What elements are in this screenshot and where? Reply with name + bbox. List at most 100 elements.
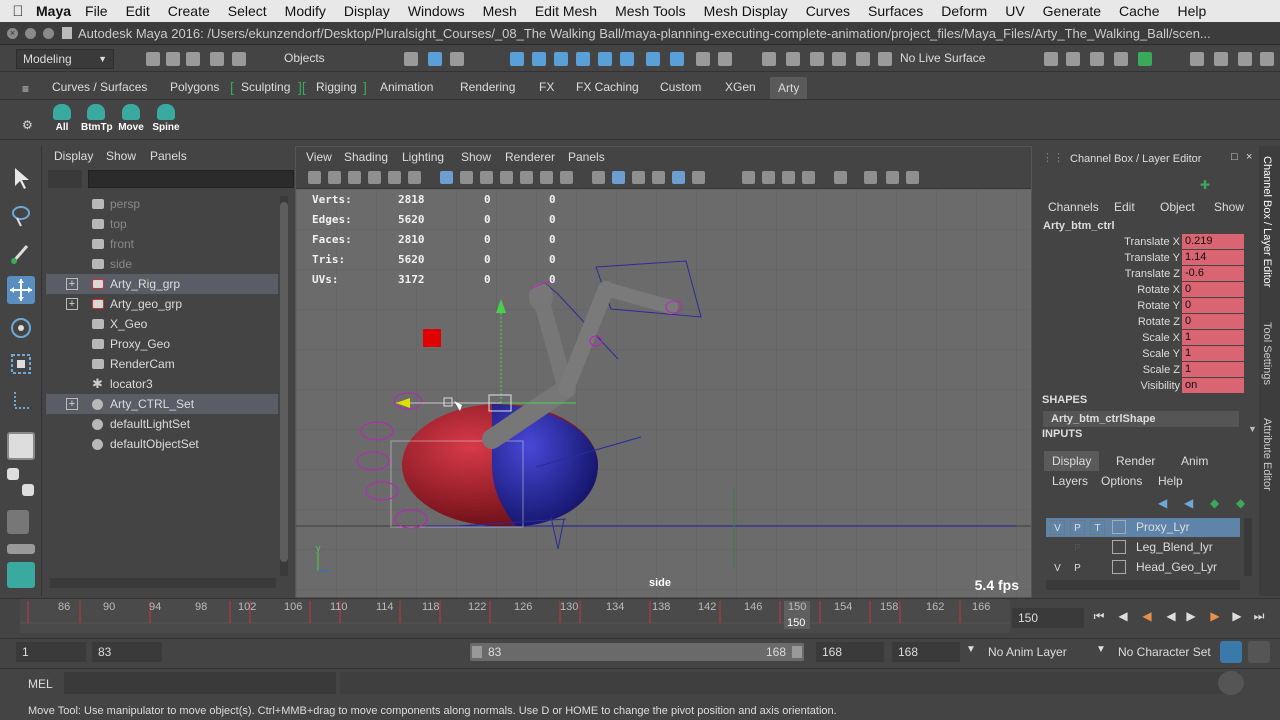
- range-start-handle[interactable]: [472, 646, 482, 658]
- layer-type-toggle[interactable]: [1090, 560, 1105, 575]
- attr-rotate-y[interactable]: Rotate Y0: [1036, 298, 1246, 314]
- new-layer-icon[interactable]: ◆: [1210, 496, 1219, 510]
- step-forward-frame-icon[interactable]: ▶: [1208, 609, 1222, 623]
- channel-box-icon[interactable]: [1260, 52, 1274, 66]
- shelf-button-all[interactable]: All: [47, 104, 77, 136]
- outliner-layout-icon[interactable]: [7, 510, 29, 534]
- select-tool-icon[interactable]: [7, 164, 35, 192]
- shelf-tab-polygons[interactable]: Polygons: [170, 80, 219, 94]
- attr-visibility[interactable]: Visibility on: [1036, 378, 1246, 394]
- single-view-layout-icon[interactable]: [7, 432, 35, 460]
- attr-value[interactable]: 1.14: [1182, 250, 1244, 265]
- bookmark-icon[interactable]: [348, 171, 361, 184]
- textured-icon[interactable]: [652, 171, 665, 184]
- render-current-frame-icon[interactable]: [1066, 52, 1080, 66]
- layer-menu-layers[interactable]: Layers: [1052, 474, 1088, 488]
- layer-type-toggle[interactable]: T: [1090, 520, 1105, 535]
- field-chart-icon[interactable]: [520, 171, 533, 184]
- move-tool-icon[interactable]: [7, 276, 35, 304]
- side-tab-channel-box[interactable]: Channel Box / Layer Editor: [1261, 156, 1273, 287]
- render-view-icon[interactable]: [1044, 52, 1058, 66]
- ipr-render-icon[interactable]: [786, 52, 800, 66]
- lights-icon[interactable]: [692, 171, 705, 184]
- script-editor-icon[interactable]: [1218, 671, 1244, 695]
- shelf-tab-rigging[interactable]: Rigging: [316, 80, 357, 94]
- menu-display[interactable]: Display: [344, 3, 390, 19]
- snap-curve-icon[interactable]: [532, 52, 546, 66]
- shelf-button-btmtp[interactable]: BtmTp: [81, 104, 113, 136]
- smooth-shade-icon[interactable]: [612, 171, 625, 184]
- anim-layer-dropdown[interactable]: No Anim Layer: [982, 642, 1092, 662]
- menu-help[interactable]: Help: [1178, 3, 1207, 19]
- save-scene-icon[interactable]: [186, 52, 200, 66]
- ipr-icon[interactable]: [1090, 52, 1104, 66]
- menu-mesh-display[interactable]: Mesh Display: [704, 3, 788, 19]
- outliner-item-arty-geo-grp[interactable]: + Arty_geo_grp: [46, 294, 278, 314]
- wireframe-icon[interactable]: [592, 171, 605, 184]
- camera-select-icon[interactable]: [308, 171, 321, 184]
- layer-color-icon[interactable]: [1112, 560, 1126, 574]
- shelf-tab-curves-surfaces[interactable]: Curves / Surfaces: [52, 80, 147, 94]
- layer-tab-anim[interactable]: Anim: [1173, 451, 1216, 471]
- layer-row-head-geo[interactable]: V P Head_Geo_Lyr: [1046, 558, 1240, 577]
- menu-generate[interactable]: Generate: [1043, 3, 1101, 19]
- isolate-select-icon[interactable]: [834, 171, 847, 184]
- camera-attributes-icon[interactable]: [328, 171, 341, 184]
- cb-menu-channels[interactable]: Channels: [1048, 200, 1099, 214]
- layer-horizontal-scrollbar[interactable]: [1046, 580, 1240, 590]
- go-to-end-icon[interactable]: ⏭: [1252, 609, 1266, 623]
- attr-scale-x[interactable]: Scale X1: [1036, 330, 1246, 346]
- workspace-icon[interactable]: [1138, 52, 1152, 66]
- viewport-menu-lighting[interactable]: Lighting: [402, 150, 444, 164]
- layer-color-icon[interactable]: [1112, 540, 1126, 554]
- outliner-search-field[interactable]: [88, 170, 294, 188]
- attr-scale-z[interactable]: Scale Z1: [1036, 362, 1246, 378]
- layer-color-icon[interactable]: [1112, 520, 1126, 534]
- selected-object-name[interactable]: Arty_btm_ctrl: [1043, 220, 1115, 232]
- layer-row-proxy[interactable]: V P T Proxy_Lyr: [1046, 518, 1240, 537]
- menu-mesh-tools[interactable]: Mesh Tools: [615, 3, 686, 19]
- attr-value[interactable]: -0.6: [1182, 266, 1244, 281]
- expand-icon[interactable]: +: [66, 298, 78, 310]
- new-scene-icon[interactable]: [146, 52, 160, 66]
- outliner-item-x-geo[interactable]: X_Geo: [46, 314, 278, 334]
- render-settings-icon[interactable]: [810, 52, 824, 66]
- app-menu[interactable]: Maya: [36, 3, 71, 19]
- attr-value[interactable]: 0: [1182, 314, 1244, 329]
- layout-icon[interactable]: [22, 484, 34, 496]
- image-plane-icon[interactable]: [368, 171, 381, 184]
- snap-vertex-icon[interactable]: [620, 52, 634, 66]
- zoom-window-icon[interactable]: [43, 27, 54, 39]
- panel-layout-icon[interactable]: [864, 171, 877, 184]
- range-end-handle[interactable]: [792, 646, 802, 658]
- cb-menu-show[interactable]: Show: [1214, 200, 1244, 214]
- motion-blur-icon[interactable]: [782, 171, 795, 184]
- outliner-item-side[interactable]: side: [46, 254, 278, 274]
- layer-visibility-toggle[interactable]: V: [1050, 520, 1065, 535]
- play-backwards-icon[interactable]: ◀: [1164, 609, 1178, 623]
- viewport-menu-renderer[interactable]: Renderer: [505, 150, 555, 164]
- layer-menu-help[interactable]: Help: [1158, 474, 1183, 488]
- selection-mode-dropdown[interactable]: Objects: [278, 49, 388, 69]
- panel-layout-3-icon[interactable]: [906, 171, 919, 184]
- side-tab-attribute-editor[interactable]: Attribute Editor: [1261, 418, 1273, 491]
- live-surface-icon[interactable]: [878, 52, 892, 66]
- shelf-tab-custom[interactable]: Custom: [660, 80, 701, 94]
- minimize-window-icon[interactable]: [25, 27, 36, 39]
- pen-icon[interactable]: [388, 171, 401, 184]
- shelf-button-spine[interactable]: Spine: [151, 104, 181, 136]
- layer-tab-display[interactable]: Display: [1044, 451, 1100, 471]
- attr-translate-y[interactable]: Translate Y 1.14: [1036, 250, 1246, 266]
- anti-aliasing-icon[interactable]: [802, 171, 815, 184]
- undo-icon[interactable]: [210, 52, 224, 66]
- play-forwards-icon[interactable]: ▶: [1184, 609, 1198, 623]
- snap-surface-icon[interactable]: [598, 52, 612, 66]
- layer-tab-render[interactable]: Render: [1108, 451, 1163, 471]
- outliner-menu-display[interactable]: Display: [54, 149, 93, 163]
- menuset-dropdown[interactable]: Modeling ▼: [16, 49, 114, 69]
- menu-mesh[interactable]: Mesh: [483, 3, 517, 19]
- safe-action-icon[interactable]: [540, 171, 553, 184]
- new-layer-selected-icon[interactable]: ◆: [1236, 496, 1245, 510]
- outliner-menu-show[interactable]: Show: [106, 149, 136, 163]
- shelf-tab-animation[interactable]: Animation: [380, 80, 433, 94]
